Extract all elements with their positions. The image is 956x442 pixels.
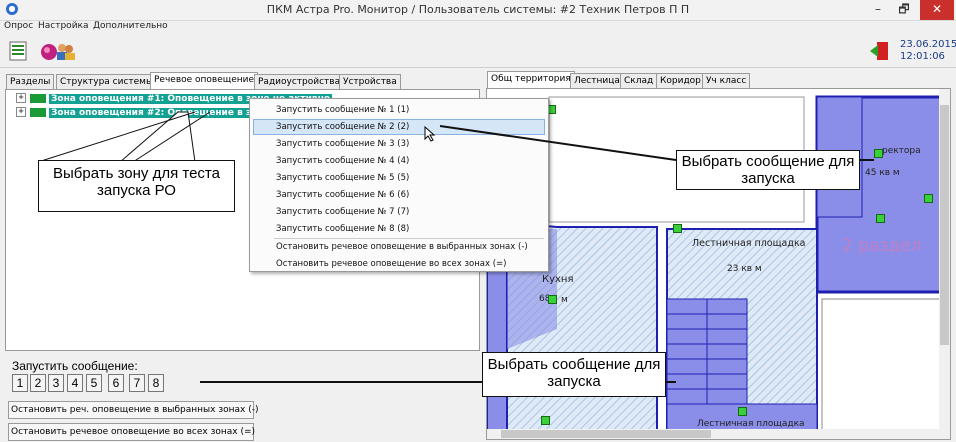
message-button-6[interactable]: 6	[108, 374, 124, 392]
users-icon[interactable]	[54, 40, 76, 62]
date-text: 23.06.2015	[900, 39, 956, 50]
menu-item-start-msg-8[interactable]: Запустить сообщение № 8 (8)	[276, 224, 409, 234]
title-bar: ● ПКМ Астра Pro. Монитор / Пользователь …	[0, 0, 956, 21]
tab-sections[interactable]: Разделы	[6, 74, 55, 89]
tab-common-territory[interactable]: Общ территория	[487, 71, 575, 88]
expand-icon[interactable]: +	[16, 107, 26, 117]
tab-devices[interactable]: Устройства	[339, 74, 401, 89]
menu-item-start-msg-3[interactable]: Запустить сообщение № 3 (3)	[276, 139, 409, 149]
minimize-button[interactable]: –	[864, 0, 892, 20]
sensor-icon[interactable]	[548, 295, 557, 304]
menu-item-start-msg-5[interactable]: Запустить сообщение № 5 (5)	[276, 173, 409, 183]
speaker-icon	[30, 107, 46, 117]
time-text: 12:01:06	[900, 51, 945, 62]
message-button-7[interactable]: 7	[129, 374, 145, 392]
menu-separator	[274, 238, 544, 239]
message-button-8[interactable]: 8	[148, 374, 164, 392]
stop-selected-zones-button[interactable]: Остановить реч. оповещение в выбранных з…	[8, 401, 258, 419]
message-button-3[interactable]: 3	[48, 374, 64, 392]
menu-bar: Опрос Настройка Дополнительно	[0, 21, 956, 35]
room-label-stair: Лестничная площадка	[692, 238, 806, 249]
launch-message-label: Запустить сообщение:	[12, 359, 138, 373]
menu-item-settings[interactable]: Настройка	[38, 21, 89, 31]
close-button[interactable]: ✕	[920, 0, 954, 20]
menu-item-start-msg-4[interactable]: Запустить сообщение № 4 (4)	[276, 156, 409, 166]
tab-system-structure[interactable]: Структура системы	[56, 74, 158, 89]
message-button-2[interactable]: 2	[30, 374, 46, 392]
sensor-icon[interactable]	[924, 194, 933, 203]
sensor-icon[interactable]	[876, 214, 885, 223]
menu-item-start-msg-7[interactable]: Запустить сообщение № 7 (7)	[276, 207, 409, 217]
tab-voice-alert[interactable]: Речевое оповещение	[150, 72, 259, 89]
menu-item-opros[interactable]: Опрос	[4, 21, 33, 31]
room-label-director: ректора	[882, 146, 921, 156]
section-label: 2 раздел	[842, 236, 922, 256]
tab-warehouse[interactable]: Склад	[620, 73, 658, 88]
tab-stairs[interactable]: Лестница	[570, 73, 624, 88]
callout-select-message-top: Выбрать сообщение для запуска	[676, 150, 860, 190]
stop-all-zones-button[interactable]: Остановить речевое оповещение во всех зо…	[8, 423, 255, 441]
cursor-icon	[424, 126, 436, 142]
toolbar: 23.06.2015 12:01:06	[0, 35, 956, 68]
room-area-director: 45 кв м	[865, 168, 900, 178]
room-label-kitchen: Кухня	[542, 274, 574, 285]
message-button-4[interactable]: 4	[67, 374, 83, 392]
sensor-icon[interactable]	[874, 149, 883, 158]
menu-item-start-msg-1[interactable]: Запустить сообщение № 1 (1)	[276, 105, 409, 115]
tab-corridor[interactable]: Коридор	[656, 73, 705, 88]
window-title: ПКМ Астра Pro. Монитор / Пользователь си…	[266, 3, 690, 16]
restore-button[interactable]: 🗗	[890, 0, 918, 20]
sensor-icon[interactable]	[738, 407, 747, 416]
sensor-icon[interactable]	[541, 416, 550, 425]
expand-icon[interactable]: +	[16, 93, 26, 103]
menu-item-extra[interactable]: Дополнительно	[93, 21, 168, 31]
speaker-icon	[30, 93, 46, 103]
room-area-stair: 23 кв м	[727, 264, 762, 274]
message-button-1[interactable]: 1	[12, 374, 28, 392]
tab-radio-devices[interactable]: Радиоустройства	[254, 74, 345, 89]
tab-classroom[interactable]: Уч класс	[702, 73, 751, 88]
callout-select-zone: Выбрать зону для теста запуска РО	[38, 160, 235, 212]
context-menu: Запустить сообщение № 1 (1) Запустить со…	[249, 98, 549, 272]
sensor-icon[interactable]	[673, 224, 682, 233]
menu-item-start-msg-2[interactable]: Запустить сообщение № 2 (2)	[276, 122, 409, 132]
menu-item-stop-all[interactable]: Остановить речевое оповещение во всех зо…	[276, 259, 506, 269]
room-label-stair-bottom: Лестничная площадка	[697, 419, 805, 429]
callout-select-message-bottom: Выбрать сообщение для запуска	[482, 352, 666, 397]
menu-item-start-msg-6[interactable]: Запустить сообщение № 6 (6)	[276, 190, 409, 200]
list-icon[interactable]	[8, 40, 30, 62]
exit-icon[interactable]	[868, 40, 890, 62]
room-area-unit-kitchen: м	[561, 295, 568, 305]
message-button-5[interactable]: 5	[86, 374, 102, 392]
menu-item-stop-selected[interactable]: Остановить речевое оповещение в выбранны…	[276, 242, 528, 252]
datetime: 23.06.2015 12:01:06	[900, 39, 956, 63]
